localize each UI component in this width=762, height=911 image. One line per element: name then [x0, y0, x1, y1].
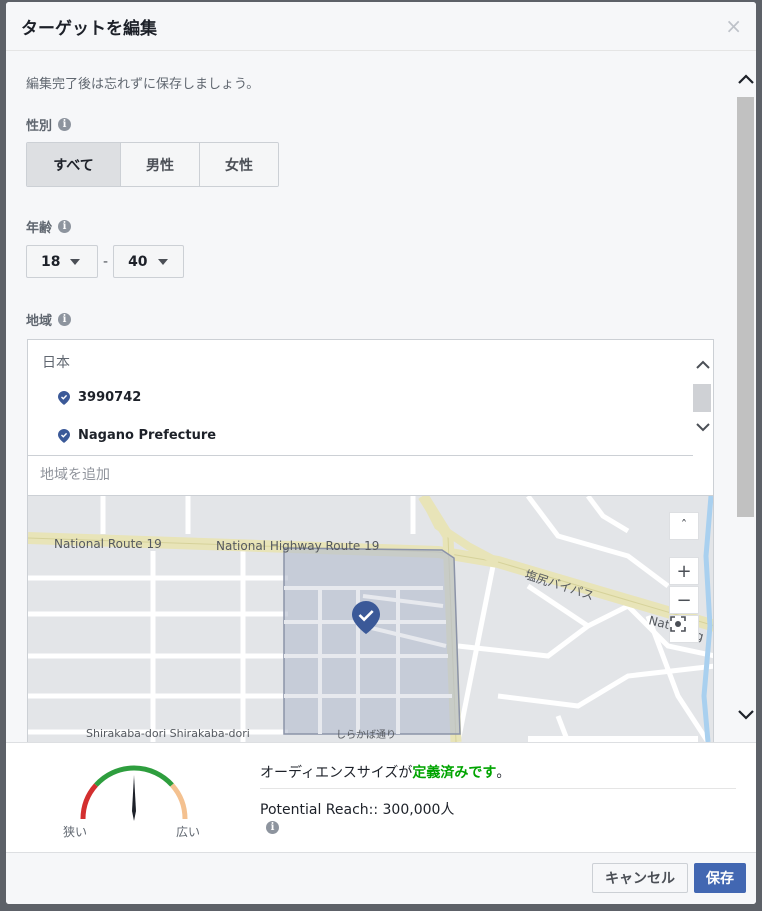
chevron-down-icon[interactable]: [696, 422, 710, 432]
audience-summary: 狭い 広い オーディエンスサイズが定義済みです。 Potential Reach…: [6, 742, 756, 852]
map-label-highway19: National Highway Route 19: [216, 539, 379, 553]
age-min-value: 18: [41, 253, 61, 270]
add-region-input[interactable]: [28, 456, 692, 494]
dialog-footer: キャンセル 保存: [6, 852, 756, 904]
map-canvas: National Route 19 National Highway Route…: [28, 496, 713, 742]
chevron-up-icon[interactable]: [696, 360, 710, 370]
map-collapse-button[interactable]: ˆ: [669, 512, 699, 540]
map-label-route19: National Route 19: [54, 537, 162, 551]
audience-prefix: オーディエンスサイズが: [260, 765, 413, 781]
region-list-scrollbar[interactable]: [693, 340, 713, 456]
intro-text: 編集完了後は忘れずに保存しましょう。: [26, 77, 260, 92]
age-max-value: 40: [128, 253, 148, 270]
gender-option-all[interactable]: すべて: [27, 143, 121, 186]
gender-option-female[interactable]: 女性: [200, 143, 278, 186]
map-recenter-button[interactable]: [669, 615, 699, 643]
audience-status: 定義済みです: [412, 765, 497, 781]
info-icon[interactable]: i: [58, 313, 72, 326]
map-label-shirakaba: Shirakaba-dori Shirakaba-dori: [86, 727, 250, 740]
caret-down-icon: [70, 258, 81, 265]
gender-option-male[interactable]: 男性: [121, 143, 200, 186]
gender-label: 性別 i: [26, 115, 72, 134]
info-icon[interactable]: i: [58, 118, 72, 131]
chevron-down-icon[interactable]: [738, 709, 754, 721]
age-max-select[interactable]: 40: [113, 245, 185, 278]
age-range: 18 - 40: [26, 245, 185, 278]
gender-label-text: 性別: [26, 119, 53, 134]
region-item[interactable]: Nagano Prefecture: [58, 428, 216, 443]
region-item-label: Nagano Prefecture: [78, 428, 217, 443]
summary-divider: [260, 788, 736, 789]
dialog-title: ターゲットを編集: [21, 19, 157, 39]
location-pin-icon: [58, 390, 70, 405]
potential-reach: Potential Reach:: 300,000人: [260, 802, 455, 818]
region-list-scroll-thumb[interactable]: [693, 384, 711, 412]
dialog-body: 編集完了後は忘れずに保存しましょう。 性別 i すべて 男性 女性 年齢 i 1…: [6, 51, 756, 742]
age-label: 年齢 i: [26, 217, 72, 236]
dialog-scroll-thumb[interactable]: [737, 97, 754, 517]
gender-selector: すべて 男性 女性: [26, 142, 279, 187]
age-min-select[interactable]: 18: [26, 245, 98, 278]
info-icon[interactable]: i: [266, 821, 279, 834]
edit-target-dialog: ターゲットを編集 × 編集完了後は忘れずに保存しましょう。 性別 i すべて 男…: [6, 2, 756, 904]
gauge-wide-label: 広い: [176, 825, 201, 839]
audience-suffix: 。: [496, 765, 511, 781]
add-region-field: [27, 456, 714, 496]
chevron-up-icon[interactable]: [738, 73, 754, 85]
region-item[interactable]: 3990742: [58, 390, 141, 405]
map-zoom-out-button[interactable]: −: [669, 586, 699, 614]
cancel-button[interactable]: キャンセル: [592, 863, 688, 893]
region-label: 地域 i: [26, 310, 72, 329]
age-label-text: 年齢: [26, 221, 53, 236]
save-button[interactable]: 保存: [694, 863, 746, 893]
region-list: 日本 3990742 Nagano Prefecture: [27, 339, 714, 456]
region-map[interactable]: National Route 19 National Highway Route…: [27, 496, 714, 742]
map-zoom-in-button[interactable]: +: [669, 557, 699, 585]
audience-status-line: オーディエンスサイズが定義済みです。: [260, 762, 510, 782]
map-label-shirakaba-jp: しらかば通り: [336, 729, 396, 741]
region-label-text: 地域: [26, 314, 53, 329]
recenter-icon: [670, 616, 686, 632]
gauge-narrow-label: 狭い: [63, 825, 88, 839]
dialog-scrollbar[interactable]: [735, 64, 756, 729]
region-country: 日本: [42, 355, 70, 371]
location-pin-icon: [58, 428, 70, 443]
info-icon[interactable]: i: [58, 220, 72, 233]
close-icon[interactable]: ×: [725, 14, 742, 38]
dialog-header: ターゲットを編集 ×: [6, 2, 756, 51]
caret-down-icon: [157, 258, 168, 265]
age-separator: -: [103, 253, 109, 270]
region-item-label: 3990742: [78, 390, 142, 405]
audience-gauge: [80, 765, 188, 821]
